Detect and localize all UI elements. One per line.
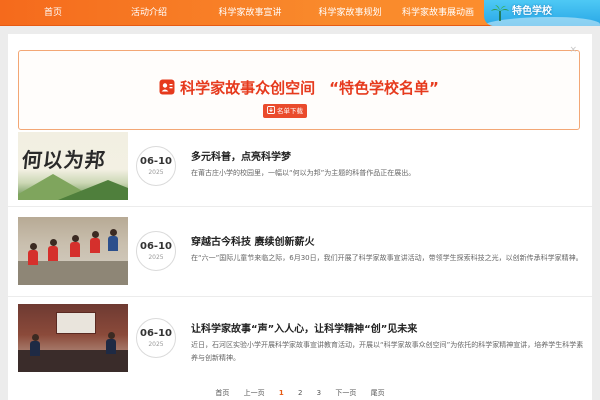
download-icon [267, 106, 275, 114]
article-title[interactable]: 穿越古今科技 赓续创新薪火 [191, 233, 314, 248]
prev-page-link[interactable]: 上一页 [238, 386, 271, 400]
date-day: 06-10 [140, 156, 172, 167]
nav-item-intro[interactable]: 活动介绍 [124, 0, 174, 26]
article-thumbnail[interactable]: 何以为邦 [18, 132, 128, 200]
nav-item-animation[interactable]: 科学家故事展动画 [396, 0, 480, 26]
student-figure [70, 235, 80, 257]
article-thumbnail[interactable] [18, 217, 128, 285]
article-item[interactable]: 06-10 2025 让科学家故事“声”入人心，让科学精神“创”见未来 近日，石… [18, 304, 583, 374]
thumbnail-calligraphy: 何以为邦 [20, 148, 108, 172]
person-figure [106, 332, 116, 354]
person-figure [30, 334, 40, 356]
nav-item-home[interactable]: 首页 [40, 0, 66, 26]
pagination: 首页 上一页 1 2 3 下一页 尾页 [8, 386, 592, 400]
date-badge: 06-10 2025 [136, 318, 176, 358]
article-thumbnail[interactable] [18, 304, 128, 372]
article-item[interactable]: 06-10 2025 穿越古今科技 赓续创新薪火 在“六一”国际儿童节来临之际，… [18, 217, 583, 287]
nav-item-plan[interactable]: 科学家故事规划 [312, 0, 388, 26]
nav-item-special-schools[interactable]: 特色学校 [484, 0, 600, 26]
first-page-link[interactable]: 首页 [209, 386, 235, 400]
article-summary: 在莆古庄小学的校园里，一幅以“何以为邦”为主题的科普作品正在展出。 [191, 169, 416, 177]
student-figure [28, 243, 38, 265]
date-day: 06-10 [140, 241, 172, 252]
download-list-label: 名单下载 [277, 107, 303, 115]
date-year: 2025 [148, 341, 164, 348]
article-item[interactable]: 何以为邦 06-10 2025 多元科普，点亮科学梦 在莆古庄小学的校园里，一幅… [18, 132, 582, 202]
student-figure [90, 231, 100, 253]
student-figure [48, 239, 58, 261]
date-year: 2025 [148, 254, 164, 261]
nav-item-lecture[interactable]: 科学家故事宣讲 [212, 0, 288, 26]
banner-title-suffix: “特色学校名单” [329, 79, 439, 97]
divider [8, 206, 592, 207]
banner-title-text: 科学家故事众创空间 [180, 79, 316, 97]
article-title[interactable]: 让科学家故事“声”入人心，让科学精神“创”见未来 [191, 320, 417, 335]
banner-title: 科学家故事众创空间 “特色学校名单” [19, 77, 579, 98]
nav-special-label: 特色学校 [512, 6, 552, 17]
student-figure [108, 229, 118, 251]
main-nav: 首页 活动介绍 科学家故事宣讲 科学家故事规划 科学家故事展动画 特色学校 [0, 0, 600, 26]
date-year: 2025 [148, 169, 164, 176]
article-summary: 在“六一”国际儿童节来临之际，6月30日，我们开展了科学家故事宣讲活动，带领学生… [191, 254, 583, 262]
last-page-link[interactable]: 尾页 [365, 386, 391, 400]
close-icon[interactable]: × [569, 45, 577, 55]
download-list-button[interactable]: 名单下载 [263, 104, 307, 118]
page-link-3[interactable]: 3 [311, 386, 327, 400]
divider [8, 296, 592, 297]
date-day: 06-10 [140, 328, 172, 339]
article-title[interactable]: 多元科普，点亮科学梦 [191, 148, 291, 163]
date-badge: 06-10 2025 [136, 146, 176, 186]
article-summary: 近日，石河区实验小学开展科学家故事宣讲教育活动，开展以“科学家故事众创空间”为依… [191, 341, 584, 362]
page-link-1[interactable]: 1 [273, 386, 290, 400]
id-card-icon [159, 79, 175, 95]
mountain-shape [58, 180, 128, 200]
page-link-2[interactable]: 2 [292, 386, 308, 400]
date-badge: 06-10 2025 [136, 231, 176, 271]
palm-tree-icon [491, 5, 509, 21]
screen-shape [56, 312, 96, 334]
next-page-link[interactable]: 下一页 [329, 386, 362, 400]
content-panel: × 科学家故事众创空间 “特色学校名单” 名单下载 何以为邦 06-10 202… [8, 34, 592, 400]
special-schools-banner: × 科学家故事众创空间 “特色学校名单” 名单下载 [18, 45, 580, 130]
